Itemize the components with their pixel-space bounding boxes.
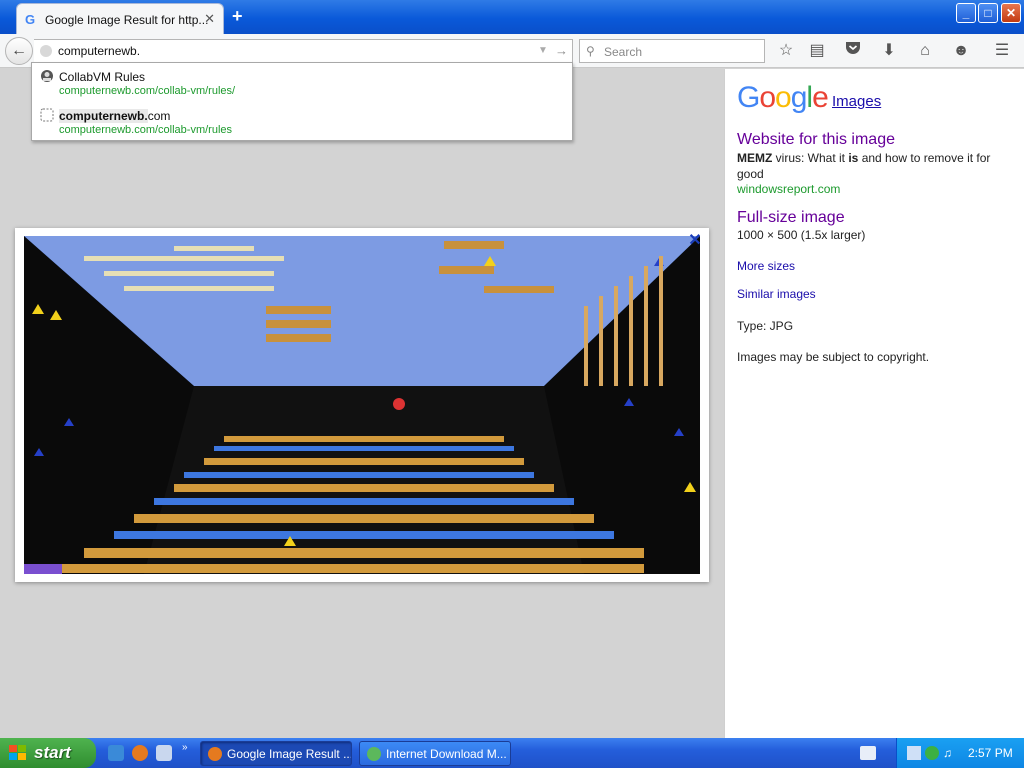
- quicklaunch-expand-icon[interactable]: »: [182, 742, 188, 753]
- autocomplete-match: computernewb.: [59, 109, 148, 123]
- images-link[interactable]: Images: [832, 93, 881, 110]
- back-button[interactable]: ←: [5, 37, 33, 65]
- autocomplete-title-rest: com: [147, 109, 171, 123]
- taskbar-firefox[interactable]: Google Image Result ...: [200, 741, 352, 766]
- search-box[interactable]: ⚲: [579, 39, 765, 63]
- firefox-quicklaunch-icon[interactable]: [132, 745, 148, 761]
- autocomplete-url: computernewb.com/collab-vm/rules: [59, 124, 233, 136]
- full-size-image-link[interactable]: Full-size image: [737, 209, 845, 227]
- page-content: ✕ Google Images Website for this image M…: [0, 69, 1024, 738]
- pocket-icon[interactable]: [842, 41, 864, 61]
- desc-bold-is: is: [848, 151, 859, 165]
- home-icon[interactable]: ⌂: [914, 41, 936, 61]
- url-autocomplete-popup: CollabVM Rules computernewb.com/collab-v…: [31, 62, 573, 141]
- reading-list-icon[interactable]: ▤: [806, 41, 828, 61]
- bookmark-star-icon[interactable]: ☆: [775, 41, 797, 61]
- idm-tray-icon[interactable]: [925, 746, 939, 760]
- tab-close-icon[interactable]: ✕: [204, 11, 215, 27]
- site-favicon-icon: [40, 69, 53, 82]
- similar-images-link[interactable]: Similar images: [737, 287, 816, 301]
- autocomplete-url: computernewb.com/collab-vm/rules/: [59, 85, 236, 97]
- url-bar[interactable]: ▼ →: [34, 39, 573, 63]
- website-source: windowsreport.com: [737, 182, 841, 196]
- tab-google-image-result[interactable]: G Google Image Result for http... ✕: [16, 3, 224, 34]
- title-bar: G Google Image Result for http... ✕ + _ …: [0, 0, 1024, 34]
- desc-text-1: virus: What it: [772, 151, 849, 165]
- website-for-image-link[interactable]: Website for this image: [737, 131, 895, 149]
- image-viewer: ✕: [15, 228, 709, 582]
- keyboard-language-icon[interactable]: [860, 746, 876, 760]
- url-input[interactable]: [58, 43, 528, 59]
- memz-screenshot-image[interactable]: [24, 236, 700, 574]
- site-identity-icon[interactable]: [40, 45, 52, 57]
- image-type: Type: JPG: [737, 319, 794, 333]
- google-logo: Google: [737, 81, 829, 114]
- firefox-icon: [208, 747, 222, 761]
- ie-quicklaunch-icon[interactable]: [108, 745, 124, 761]
- google-favicon-icon: G: [25, 12, 36, 27]
- desc-bold-memz: MEMZ: [737, 151, 773, 165]
- show-desktop-icon[interactable]: [156, 745, 172, 761]
- minimize-button[interactable]: _: [956, 3, 976, 23]
- menu-icon[interactable]: ☰: [991, 41, 1013, 61]
- hello-chat-icon[interactable]: ☻: [950, 41, 972, 61]
- search-icon: ⚲: [586, 44, 595, 58]
- history-dropdown-icon[interactable]: ▼: [538, 45, 548, 56]
- taskbar-idm-label: Internet Download M...: [386, 747, 507, 761]
- taskbar-idm[interactable]: Internet Download M...: [359, 741, 511, 766]
- memz-tunnel-illustration: [24, 236, 700, 574]
- start-label: start: [34, 743, 71, 762]
- taskbar: start » Google Image Result ... Internet…: [0, 738, 1024, 768]
- more-sizes-link[interactable]: More sizes: [737, 259, 795, 273]
- autocomplete-item[interactable]: computernewb.com computernewb.com/collab…: [32, 103, 572, 141]
- close-viewer-icon[interactable]: ✕: [686, 232, 704, 250]
- autocomplete-item[interactable]: CollabVM Rules computernewb.com/collab-v…: [32, 64, 572, 102]
- image-details-panel: Google Images Website for this image MEM…: [724, 69, 1024, 738]
- autocomplete-title: CollabVM Rules: [59, 70, 146, 84]
- image-dimensions: 1000 × 500 (1.5x larger): [737, 228, 866, 242]
- clock: 2:57 PM: [968, 746, 1013, 760]
- volume-icon[interactable]: ♫: [943, 746, 957, 760]
- close-window-button[interactable]: ✕: [1001, 3, 1021, 23]
- new-tab-button[interactable]: +: [232, 6, 243, 27]
- website-description: MEMZ virus: What it is and how to remove…: [737, 150, 1017, 182]
- back-arrow-icon: ←: [11, 42, 27, 59]
- copyright-notice: Images may be subject to copyright.: [737, 350, 930, 364]
- tab-title: Google Image Result for http...: [45, 13, 209, 27]
- idm-icon: [367, 747, 381, 761]
- autocomplete-title: computernewb.com: [59, 109, 170, 123]
- search-input[interactable]: [604, 44, 754, 59]
- downloads-icon[interactable]: ⬇: [878, 41, 900, 61]
- network-icon[interactable]: [907, 746, 921, 760]
- start-button[interactable]: start: [0, 738, 96, 768]
- go-arrow-icon[interactable]: →: [555, 43, 568, 58]
- blank-page-icon: [40, 108, 54, 122]
- windows-flag-icon: [9, 745, 26, 760]
- maximize-button[interactable]: □: [978, 3, 998, 23]
- taskbar-firefox-label: Google Image Result ...: [227, 747, 352, 761]
